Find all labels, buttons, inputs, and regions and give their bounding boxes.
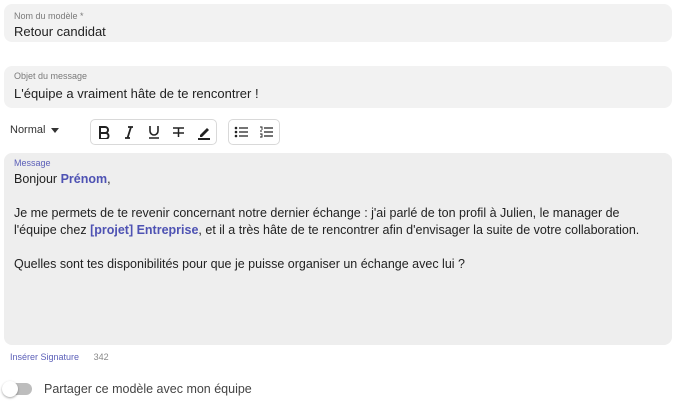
underline-icon[interactable]: [141, 120, 166, 144]
message-footer: Insérer Signature 342: [10, 352, 109, 362]
message-paragraph-2: Je me permets de te revenir concernant n…: [14, 206, 640, 237]
firstname-tag: Prénom: [60, 172, 108, 186]
template-name-label: Nom du modèle *: [14, 11, 84, 21]
message-field[interactable]: Message Bonjour Prénom, Je me permets de…: [4, 153, 672, 345]
bold-icon[interactable]: [91, 120, 116, 144]
editor-toolbar: Normal: [10, 118, 310, 146]
template-name-value[interactable]: Retour candidat: [14, 24, 106, 39]
numbered-list-icon[interactable]: [254, 120, 279, 144]
text-style-value: Normal: [10, 124, 46, 136]
caret-down-icon: [51, 127, 60, 133]
format-button-group: [90, 119, 217, 145]
subject-label: Objet du message: [14, 71, 88, 81]
strikethrough-icon[interactable]: [166, 120, 191, 144]
list-button-group: [228, 119, 280, 145]
share-toggle[interactable]: [2, 381, 32, 397]
toggle-knob: [2, 381, 18, 397]
text-color-icon[interactable]: [191, 120, 216, 144]
template-name-field[interactable]: Nom du modèle * Retour candidat: [4, 4, 672, 42]
bullet-list-icon[interactable]: [229, 120, 254, 144]
message-body[interactable]: Bonjour Prénom, Je me permets de te reve…: [14, 171, 664, 273]
share-label: Partager ce modèle avec mon équipe: [44, 382, 252, 396]
italic-icon[interactable]: [116, 120, 141, 144]
char-count: 342: [93, 352, 109, 362]
subject-field[interactable]: Objet du message L'équipe a vraiment hât…: [4, 66, 672, 108]
subject-value[interactable]: L'équipe a vraiment hâte de te rencontre…: [14, 86, 259, 101]
message-paragraph-3: Quelles sont tes disponibilités pour que…: [14, 257, 465, 271]
message-label: Message: [14, 158, 51, 168]
message-greeting: Bonjour Prénom,: [14, 172, 111, 186]
text-style-select[interactable]: Normal: [10, 124, 60, 136]
insert-signature-link[interactable]: Insérer Signature: [10, 352, 79, 362]
share-row: Partager ce modèle avec mon équipe: [2, 381, 252, 397]
company-tag: [projet] Entreprise: [90, 223, 199, 237]
